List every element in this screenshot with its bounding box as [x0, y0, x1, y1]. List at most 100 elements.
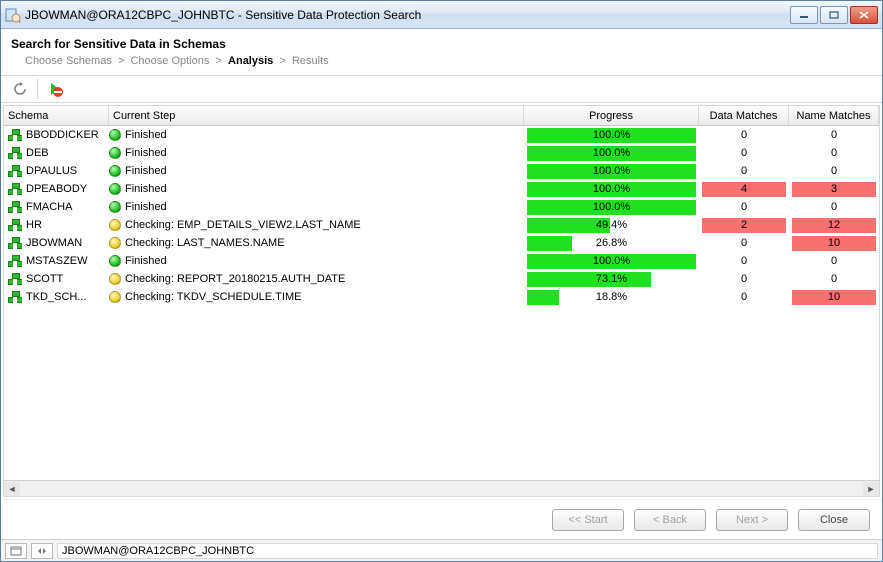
step-text: Finished — [125, 165, 167, 177]
column-schema[interactable]: Schema — [4, 106, 109, 125]
name-matches-cell: 3 — [792, 182, 876, 197]
progress-text: 18.8% — [527, 290, 696, 305]
back-button[interactable]: < Back — [634, 509, 706, 531]
schema-icon — [8, 129, 22, 141]
status-icon — [109, 219, 121, 231]
progress-text: 100.0% — [527, 182, 696, 197]
schema-icon — [8, 219, 22, 231]
table-row[interactable]: DPEABODY Finished 100.0% 4 3 — [4, 180, 879, 198]
toolbar — [1, 75, 882, 103]
table-row[interactable]: DPAULUS Finished 100.0% 0 0 — [4, 162, 879, 180]
step-text: Checking: TKDV_SCHEDULE.TIME — [125, 291, 301, 303]
toolbar-separator — [37, 79, 38, 99]
name-matches-cell: 10 — [792, 290, 876, 305]
start-button[interactable]: << Start — [552, 509, 624, 531]
stop-button[interactable] — [44, 78, 66, 100]
progress-text: 100.0% — [527, 128, 696, 143]
table-row[interactable]: MSTASZEW Finished 100.0% 0 0 — [4, 252, 879, 270]
schema-name: FMACHA — [26, 201, 72, 213]
name-matches-cell: 0 — [792, 200, 876, 215]
data-matches-cell: 0 — [702, 236, 786, 251]
refresh-button[interactable] — [9, 78, 31, 100]
status-icon — [109, 147, 121, 159]
close-button[interactable] — [850, 6, 878, 24]
progress-text: 100.0% — [527, 200, 696, 215]
statusbar: JBOWMAN@ORA12CBPC_JOHNBTC — [1, 539, 882, 561]
data-matches-cell: 0 — [702, 164, 786, 179]
column-name-matches[interactable]: Name Matches — [789, 106, 879, 125]
name-matches-cell: 0 — [792, 254, 876, 269]
grid-body: BBODDICKER Finished 100.0% 0 0 — [4, 126, 879, 480]
status-nav-button-1[interactable] — [5, 543, 27, 559]
progress-text: 73.1% — [527, 272, 696, 287]
name-matches-cell: 0 — [792, 146, 876, 161]
status-icon — [109, 291, 121, 303]
schema-name: DPAULUS — [26, 165, 77, 177]
schema-name: HR — [26, 219, 42, 231]
titlebar: JBOWMAN@ORA12CBPC_JOHNBTC - Sensitive Da… — [1, 1, 882, 29]
page-heading: Search for Sensitive Data in Schemas — [1, 29, 882, 55]
progress-text: 26.8% — [527, 236, 696, 251]
window-title: JBOWMAN@ORA12CBPC_JOHNBTC - Sensitive Da… — [25, 8, 790, 22]
table-row[interactable]: TKD_SCH... Checking: TKDV_SCHEDULE.TIME … — [4, 288, 879, 306]
status-icon — [109, 183, 121, 195]
progress-bar: 100.0% — [527, 146, 696, 161]
data-matches-cell: 0 — [702, 128, 786, 143]
data-matches-cell: 4 — [702, 182, 786, 197]
step-text: Checking: LAST_NAMES.NAME — [125, 237, 285, 249]
step-text: Finished — [125, 183, 167, 195]
maximize-button[interactable] — [820, 6, 848, 24]
breadcrumb-item[interactable]: Results — [292, 55, 329, 67]
table-row[interactable]: SCOTT Checking: REPORT_20180215.AUTH_DAT… — [4, 270, 879, 288]
horizontal-scrollbar[interactable]: ◄ ► — [4, 480, 879, 496]
column-step[interactable]: Current Step — [109, 106, 524, 125]
breadcrumb: Choose Schemas > Choose Options > Analys… — [1, 55, 882, 75]
next-button[interactable]: Next > — [716, 509, 788, 531]
progress-text: 49.4% — [527, 218, 696, 233]
wizard-buttons: << Start < Back Next > Close — [1, 499, 882, 539]
step-text: Finished — [125, 147, 167, 159]
schema-icon — [8, 201, 22, 213]
schema-name: JBOWMAN — [26, 237, 82, 249]
data-matches-cell: 0 — [702, 290, 786, 305]
results-grid: Schema Current Step Progress Data Matche… — [3, 105, 880, 497]
status-icon — [109, 273, 121, 285]
data-matches-cell: 0 — [702, 254, 786, 269]
scroll-left-arrow[interactable]: ◄ — [4, 482, 20, 496]
status-icon — [109, 237, 121, 249]
status-text: JBOWMAN@ORA12CBPC_JOHNBTC — [57, 543, 878, 559]
window-controls — [790, 6, 878, 24]
app-icon — [5, 7, 21, 23]
schema-name: DPEABODY — [26, 183, 87, 195]
status-icon — [109, 165, 121, 177]
table-row[interactable]: HR Checking: EMP_DETAILS_VIEW2.LAST_NAME… — [4, 216, 879, 234]
app-window: JBOWMAN@ORA12CBPC_JOHNBTC - Sensitive Da… — [0, 0, 883, 562]
table-row[interactable]: BBODDICKER Finished 100.0% 0 0 — [4, 126, 879, 144]
progress-bar: 100.0% — [527, 128, 696, 143]
progress-bar: 18.8% — [527, 290, 696, 305]
column-data-matches[interactable]: Data Matches — [699, 106, 789, 125]
scroll-right-arrow[interactable]: ► — [863, 482, 879, 496]
progress-text: 100.0% — [527, 146, 696, 161]
table-row[interactable]: FMACHA Finished 100.0% 0 0 — [4, 198, 879, 216]
status-nav-button-2[interactable] — [31, 543, 53, 559]
schema-icon — [8, 255, 22, 267]
breadcrumb-item[interactable]: Choose Schemas — [25, 55, 112, 67]
step-text: Checking: REPORT_20180215.AUTH_DATE — [125, 273, 345, 285]
column-progress[interactable]: Progress — [524, 106, 699, 125]
breadcrumb-item[interactable]: Analysis — [228, 55, 273, 67]
step-text: Finished — [125, 129, 167, 141]
schema-name: DEB — [26, 147, 49, 159]
schema-name: TKD_SCH... — [26, 291, 87, 303]
breadcrumb-item[interactable]: Choose Options — [130, 55, 209, 67]
schema-name: SCOTT — [26, 273, 63, 285]
schema-icon — [8, 147, 22, 159]
table-row[interactable]: JBOWMAN Checking: LAST_NAMES.NAME 26.8% … — [4, 234, 879, 252]
minimize-button[interactable] — [790, 6, 818, 24]
schema-icon — [8, 237, 22, 249]
name-matches-cell: 12 — [792, 218, 876, 233]
table-row[interactable]: DEB Finished 100.0% 0 0 — [4, 144, 879, 162]
progress-bar: 100.0% — [527, 182, 696, 197]
data-matches-cell: 0 — [702, 146, 786, 161]
close-wizard-button[interactable]: Close — [798, 509, 870, 531]
